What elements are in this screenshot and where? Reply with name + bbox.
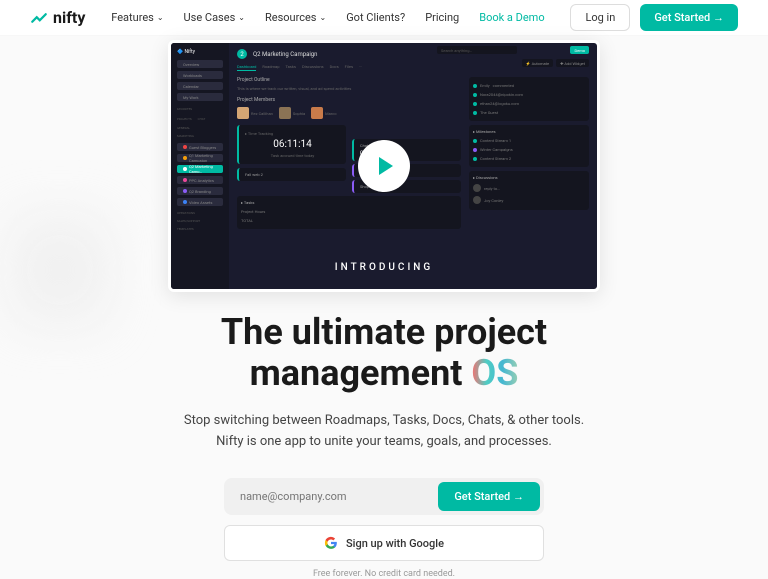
- hero-subheadline: Stop switching between Roadmaps, Tasks, …: [184, 411, 584, 453]
- main-nav: Features⌄ Use Cases⌄ Resources⌄ Got Clie…: [111, 11, 544, 24]
- logo-text: nifty: [53, 8, 85, 27]
- get-started-button[interactable]: Get Started →: [640, 4, 738, 31]
- google-signup-button[interactable]: Sign up with Google: [224, 525, 544, 561]
- logo-icon: [30, 9, 48, 27]
- logo[interactable]: nifty: [30, 8, 85, 27]
- product-screenshot[interactable]: Search anything… Demo 🔷 Nifty Overview W…: [168, 40, 600, 292]
- play-icon: [379, 157, 393, 175]
- chevron-down-icon: ⌄: [157, 13, 164, 22]
- free-forever-text: Free forever. No credit card needed.: [313, 569, 455, 579]
- email-input[interactable]: [228, 482, 438, 511]
- login-button[interactable]: Log in: [570, 4, 630, 31]
- nav-features[interactable]: Features⌄: [111, 11, 163, 24]
- nav-resources[interactable]: Resources⌄: [265, 11, 326, 24]
- nav-pricing[interactable]: Pricing: [425, 11, 459, 24]
- chevron-down-icon: ⌄: [238, 13, 245, 22]
- hero-headline: The ultimate project management OS: [221, 312, 547, 395]
- signup-button[interactable]: Get Started →: [438, 482, 540, 511]
- google-icon: [324, 536, 338, 550]
- nav-got-clients[interactable]: Got Clients?: [346, 11, 405, 24]
- play-button[interactable]: [358, 140, 410, 192]
- nav-book-demo[interactable]: Book a Demo: [479, 11, 544, 24]
- chevron-down-icon: ⌄: [319, 13, 326, 22]
- hero-section: Search anything… Demo 🔷 Nifty Overview W…: [0, 36, 768, 579]
- nav-use-cases[interactable]: Use Cases⌄: [184, 11, 245, 24]
- signup-form: Get Started →: [224, 478, 544, 515]
- ss-sidebar: 🔷 Nifty Overview Workloads Calendar My W…: [171, 43, 229, 289]
- ss-main: 2 Q2 Marketing Campaign ⚡ Automate ✚ Add…: [229, 43, 597, 289]
- introducing-label: INTRODUCING: [335, 262, 433, 273]
- header: nifty Features⌄ Use Cases⌄ Resources⌄ Go…: [0, 0, 768, 36]
- header-actions: Log in Get Started →: [570, 4, 738, 31]
